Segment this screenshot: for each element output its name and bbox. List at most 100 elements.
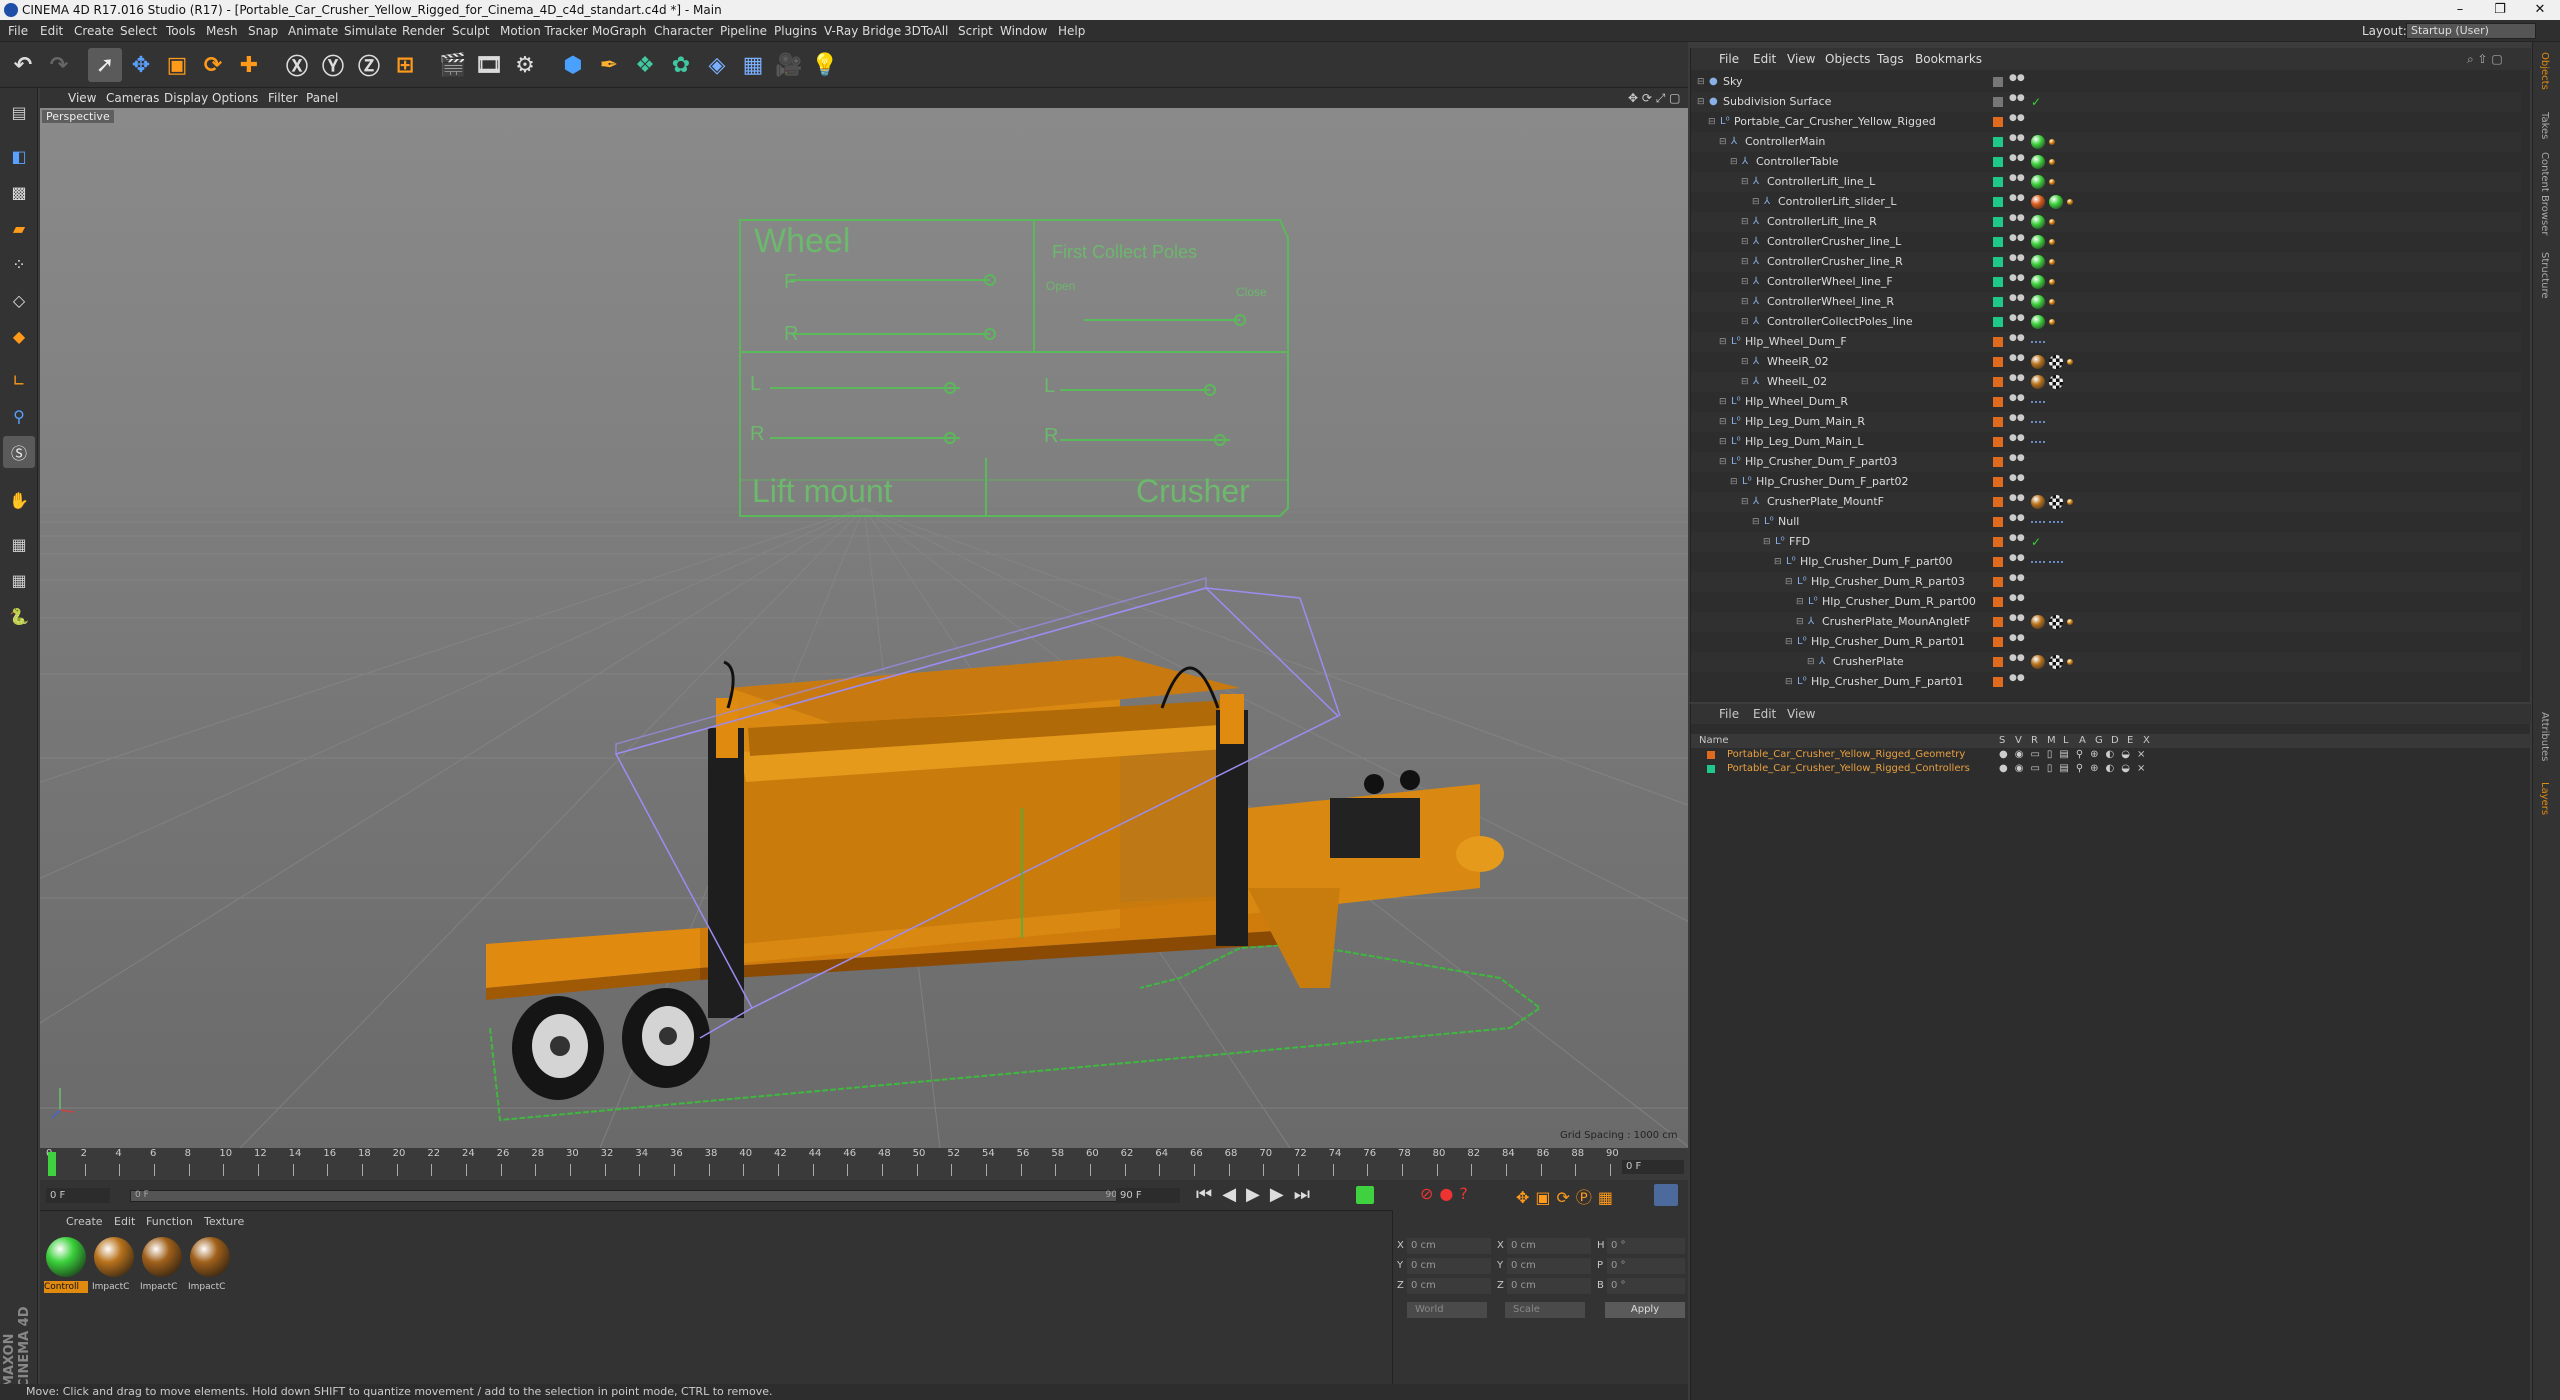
size-x-field[interactable]: 0 cm [1507, 1238, 1591, 1254]
menu-tools[interactable]: Tools [166, 20, 196, 42]
layer-color-swatch[interactable] [1993, 157, 2003, 167]
visibility-dots-icon[interactable]: ●● [2009, 294, 2025, 309]
visibility-dots-icon[interactable]: ●● [2009, 394, 2025, 409]
visibility-dots-icon[interactable]: ●● [2009, 214, 2025, 229]
layer-color-swatch[interactable] [1993, 137, 2003, 147]
play-button[interactable] [1356, 1186, 1374, 1204]
visibility-dots-icon[interactable]: ●● [2009, 654, 2025, 669]
menu-plugins[interactable]: Plugins [774, 20, 817, 42]
object-row[interactable]: ⊟ ⅄ ControllerCrusher_line_L ●● [1691, 232, 2521, 252]
layer-color-swatch[interactable] [1993, 217, 2003, 227]
expand-toggle-icon[interactable]: ⊟ [1741, 272, 1749, 292]
expand-toggle-icon[interactable]: ⊟ [1697, 72, 1705, 92]
select-pointer-icon[interactable]: ➚ [88, 48, 122, 82]
menu-character[interactable]: Character [654, 20, 713, 42]
tweak-mode-icon[interactable]: ⚲ [3, 400, 35, 432]
object-row[interactable]: ⊟ L⁰ Hlp_Wheel_Dum_F ●● [1691, 332, 2521, 352]
position-y-field[interactable]: 0 cm [1407, 1258, 1491, 1274]
obj-menu-bookmarks[interactable]: Bookmarks [1915, 48, 1982, 70]
timeline-layout-icon[interactable] [1654, 1184, 1678, 1206]
tab-structure[interactable]: Structure [2539, 252, 2550, 299]
menu-file[interactable]: File [8, 20, 28, 42]
tab-attributes[interactable]: Attributes [2539, 712, 2550, 761]
obj-menu-view[interactable]: View [1787, 48, 1815, 70]
object-row[interactable]: ⊟ ⅄ ControllerLift_slider_L ●● [1691, 192, 2521, 212]
expand-toggle-icon[interactable]: ⊟ [1730, 152, 1738, 172]
enabled-check-icon[interactable]: ✓ [2031, 535, 2045, 549]
visibility-dots-icon[interactable]: ●● [2009, 234, 2025, 249]
viewport-menu-panel[interactable]: Panel [306, 88, 338, 108]
display-tag-icon[interactable] [2049, 219, 2055, 225]
expand-toggle-icon[interactable]: ⊟ [1741, 492, 1749, 512]
tab-content-browser[interactable]: Content Browser [2539, 152, 2550, 235]
layer-color-swatch[interactable] [1993, 597, 2003, 607]
expand-toggle-icon[interactable]: ⊟ [1719, 452, 1727, 472]
display-tag-icon[interactable] [2031, 215, 2045, 229]
expand-toggle-icon[interactable]: ⊟ [1719, 392, 1727, 412]
visibility-dots-icon[interactable]: ●● [2009, 414, 2025, 429]
y-axis-lock-icon[interactable]: Ⓨ [316, 48, 350, 82]
display-tag-icon[interactable] [2067, 359, 2073, 365]
menu-window[interactable]: Window [1000, 20, 1047, 42]
menu-edit[interactable]: Edit [40, 20, 63, 42]
object-row[interactable]: ⊟ ⅄ CrusherPlate_MountF ●● [1691, 492, 2521, 512]
object-row[interactable]: ⊟ L⁰ Hlp_Crusher_Dum_F_part01 ●● [1691, 672, 2521, 692]
visibility-dots-icon[interactable]: ●● [2009, 594, 2025, 609]
polygons-mode-icon[interactable]: ◆ [3, 320, 35, 352]
expand-toggle-icon[interactable]: ⊟ [1752, 192, 1760, 212]
position-x-field[interactable]: 0 cm [1407, 1238, 1491, 1254]
layer-color-swatch[interactable] [1993, 577, 2003, 587]
scale-tool-icon[interactable]: ▣ [160, 48, 194, 82]
layer-color-swatch[interactable] [1707, 751, 1715, 759]
layer-row[interactable]: Portable_Car_Crusher_Yellow_Rigged_Geome… [1691, 748, 2531, 762]
layer-menu-file[interactable]: File [1719, 704, 1739, 724]
layer-color-swatch[interactable] [1993, 77, 2003, 87]
object-row[interactable]: ⊟ L⁰ Hlp_Crusher_Dum_R_part01 ●● [1691, 632, 2521, 652]
visibility-dots-icon[interactable]: ●● [2009, 254, 2025, 269]
make-editable-icon[interactable]: ▤ [3, 96, 35, 128]
object-row[interactable]: ⊟ ● Subdivision Surface ●● ✓ [1691, 92, 2521, 112]
layer-color-swatch[interactable] [1993, 477, 2003, 487]
uvw-tag-icon[interactable] [2049, 495, 2063, 509]
expand-toggle-icon[interactable]: ⊟ [1807, 652, 1815, 672]
display-tag-icon[interactable] [2031, 155, 2045, 169]
display-tag-icon[interactable] [2049, 139, 2055, 145]
expand-toggle-icon[interactable]: ⊟ [1719, 432, 1727, 452]
menu-simulate[interactable]: Simulate [344, 20, 397, 42]
visibility-dots-icon[interactable]: ●● [2009, 314, 2025, 329]
layer-menu-view[interactable]: View [1787, 704, 1815, 724]
light-icon[interactable]: 💡 [808, 48, 842, 82]
object-row[interactable]: ⊟ L⁰ Null ●● [1691, 512, 2521, 532]
visibility-dots-icon[interactable]: ●● [2009, 434, 2025, 449]
layer-color-swatch[interactable] [1993, 677, 2003, 687]
display-tag-icon[interactable] [2067, 199, 2073, 205]
display-tag-icon[interactable] [2049, 259, 2055, 265]
snap-icon[interactable]: Ⓢ [3, 436, 35, 468]
range-slider[interactable]: 0 F 90 F [130, 1190, 1130, 1202]
visibility-dots-icon[interactable]: ●● [2009, 154, 2025, 169]
expand-toggle-icon[interactable]: ⊟ [1741, 292, 1749, 312]
end-frame-field[interactable]: 90 F [1116, 1188, 1180, 1203]
tab-layers[interactable]: Layers [2539, 782, 2550, 815]
obj-menu-file[interactable]: File [1719, 48, 1739, 70]
layer-color-swatch[interactable] [1993, 97, 2003, 107]
maximize-button[interactable]: ❐ [2480, 0, 2520, 20]
object-row[interactable]: ⊟ L⁰ Hlp_Wheel_Dum_R ●● [1691, 392, 2521, 412]
layer-color-swatch[interactable] [1993, 517, 2003, 527]
object-row[interactable]: ⊟ ⅄ ControllerLift_line_L ●● [1691, 172, 2521, 192]
expand-toggle-icon[interactable]: ⊟ [1741, 212, 1749, 232]
texture-mode-icon[interactable]: ▩ [3, 176, 35, 208]
render-settings-icon[interactable]: ⚙ [508, 48, 542, 82]
menu-mesh[interactable]: Mesh [206, 20, 238, 42]
transport-controls[interactable]: ⏮◀▶▶⏭ [1196, 1184, 1320, 1205]
menu-script[interactable]: Script [958, 20, 993, 42]
expand-toggle-icon[interactable]: ⊟ [1741, 352, 1749, 372]
menu-sculpt[interactable]: Sculpt [452, 20, 489, 42]
expand-toggle-icon[interactable]: ⊟ [1785, 672, 1793, 692]
layer-color-swatch[interactable] [1993, 637, 2003, 647]
layer-color-swatch[interactable] [1993, 557, 2003, 567]
layer-color-swatch[interactable] [1993, 297, 2003, 307]
object-row[interactable]: ⊟ ⅄ WheelR_02 ●● [1691, 352, 2521, 372]
expand-toggle-icon[interactable]: ⊟ [1730, 472, 1738, 492]
layer-menu-edit[interactable]: Edit [1753, 704, 1776, 724]
